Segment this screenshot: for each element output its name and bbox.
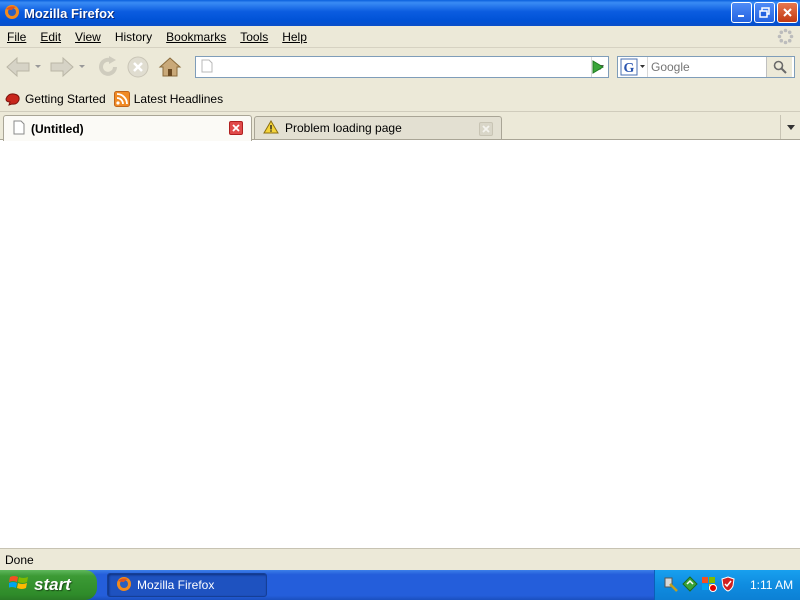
bookmarks-toolbar: Getting Started Latest Headlines [0,86,800,112]
close-icon [232,124,240,132]
forward-history-dropdown[interactable] [76,52,88,82]
menu-bar: File Edit View History Bookmarks Tools H… [0,26,800,48]
search-bar[interactable]: G [617,56,795,78]
svg-text:G: G [623,61,634,76]
firefox-icon [4,4,20,23]
close-icon [482,125,490,133]
go-button[interactable] [586,56,608,78]
menu-tools[interactable]: Tools [233,30,275,44]
forward-button[interactable] [48,52,76,82]
stop-button[interactable] [124,52,152,82]
system-clock[interactable]: 1:11 AM [750,578,793,592]
status-text: Done [5,552,34,567]
status-bar: Done [0,548,800,570]
shield-icon[interactable] [720,575,736,595]
go-arrow-icon [592,60,604,74]
restore-button[interactable] [754,2,775,23]
search-input[interactable] [648,58,766,76]
back-arrow-icon [6,56,30,78]
chevron-down-icon [35,65,41,68]
menu-help[interactable]: Help [275,30,314,44]
firefox-bookmark-icon [5,92,20,106]
menu-view[interactable]: View [68,30,108,44]
url-input[interactable] [213,58,591,76]
tab-problem-loading[interactable]: Problem loading page [254,116,502,139]
update-icon[interactable] [682,575,698,595]
tab-bar: (Untitled) Problem loading page [0,112,800,141]
page-icon [201,59,213,76]
window-titlebar[interactable]: Mozilla Firefox [0,0,800,26]
home-icon [158,57,182,77]
start-button[interactable]: start [0,570,97,600]
start-label: start [34,575,71,594]
menu-history[interactable]: History [108,30,159,44]
close-button[interactable] [777,2,798,23]
chevron-down-icon [786,124,795,130]
blank-page-icon [13,120,25,138]
taskbar: start Mozilla Firefox 1:11 AM [0,570,800,600]
menu-bookmarks[interactable]: Bookmarks [159,30,233,44]
system-tray: 1:11 AM [654,570,800,600]
search-engine-selector[interactable]: G [618,57,648,77]
all-tabs-menu-button[interactable] [780,115,800,139]
menu-file[interactable]: File [0,30,33,44]
windows-logo-icon [8,574,29,597]
navigation-toolbar: G [0,48,800,86]
reload-button[interactable] [94,52,122,82]
home-button[interactable] [156,52,184,82]
forward-arrow-icon [50,56,74,78]
search-button[interactable] [766,57,792,77]
network-tools-icon[interactable] [663,576,679,595]
menu-edit[interactable]: Edit [33,30,68,44]
google-icon: G [620,58,645,76]
tab-close-button[interactable] [229,121,243,135]
bookmark-getting-started[interactable]: Getting Started [5,92,106,106]
bookmark-latest-headlines[interactable]: Latest Headlines [113,90,223,107]
warning-icon [263,119,279,137]
back-history-dropdown[interactable] [32,52,44,82]
page-content[interactable] [0,141,800,547]
stop-icon [127,56,149,78]
chevron-down-icon [79,65,85,68]
magnifier-icon [773,60,787,74]
tab-untitled[interactable]: (Untitled) [3,115,252,141]
tab-close-button[interactable] [479,122,493,136]
back-button[interactable] [4,52,32,82]
taskbar-item-label: Mozilla Firefox [137,578,215,592]
tab-label: (Untitled) [31,121,84,136]
security-alert-icon[interactable] [701,576,717,595]
reload-icon [99,56,117,76]
minimize-button[interactable] [731,2,752,23]
throbber-icon [777,28,794,45]
rss-feed-icon [113,90,130,107]
firefox-icon [116,576,132,595]
taskbar-item-firefox[interactable]: Mozilla Firefox [107,573,267,597]
url-bar[interactable] [195,56,609,78]
window-title: Mozilla Firefox [24,5,115,21]
tab-label: Problem loading page [285,121,402,135]
